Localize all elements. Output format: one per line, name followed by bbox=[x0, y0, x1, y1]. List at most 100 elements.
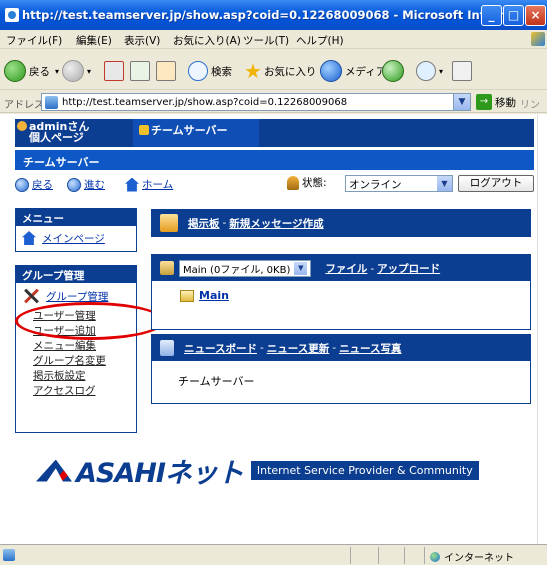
board-link[interactable]: 掲示板 bbox=[188, 216, 220, 231]
main-page-link[interactable]: メインページ bbox=[16, 226, 136, 250]
folder-select[interactable]: Main (0ファイル, 0KB) ▼ bbox=[179, 259, 312, 277]
folder-icon bbox=[160, 261, 174, 275]
logout-button[interactable]: ログアウト bbox=[458, 175, 534, 192]
new-message-link[interactable]: 新規メッセージ作成 bbox=[229, 216, 323, 231]
user-home-link[interactable]: adminさん 個人ページ bbox=[17, 121, 127, 145]
toolbar: 戻る ▾ ▾ 検索 ★ お気に入り メディア ▾ bbox=[0, 50, 547, 90]
page-content: adminさん 個人ページ チームサーバー チームサーバー 戻る 進む ホーム … bbox=[0, 114, 537, 544]
main-page-label: メインページ bbox=[42, 232, 105, 245]
security-zone: インターネット bbox=[430, 549, 514, 564]
menu-tools[interactable]: ツール(T) bbox=[243, 33, 289, 48]
page-nav: 戻る 進む ホーム 状態: オンライン ▼ ログアウト bbox=[15, 174, 534, 196]
mail-button[interactable]: ▾ bbox=[416, 59, 443, 83]
team-icon bbox=[139, 125, 149, 135]
sub-header: チームサーバー bbox=[15, 150, 534, 170]
menu-view[interactable]: 表示(V) bbox=[124, 33, 160, 48]
status-indicator: 状態: bbox=[287, 175, 327, 190]
globe-icon bbox=[430, 551, 440, 562]
home-icon bbox=[22, 231, 36, 245]
menu-box: メニュー メインページ bbox=[15, 208, 137, 252]
stop-button[interactable] bbox=[104, 59, 124, 83]
maximize-button[interactable]: □ bbox=[503, 5, 524, 26]
media-icon bbox=[320, 60, 342, 82]
upload-link[interactable]: アップロード bbox=[377, 263, 440, 275]
close-button[interactable]: × bbox=[525, 5, 546, 26]
address-input[interactable]: http://test.teamserver.jp/show.asp?coid=… bbox=[41, 93, 471, 111]
tools-icon bbox=[22, 287, 40, 305]
nav-forward-link[interactable]: 進む bbox=[67, 177, 105, 192]
forward-icon bbox=[62, 60, 84, 82]
tab-team-server[interactable]: チームサーバー bbox=[133, 119, 259, 147]
status-select[interactable]: オンライン ▼ bbox=[345, 175, 453, 192]
home-button[interactable] bbox=[156, 59, 176, 83]
folder-row[interactable]: Main bbox=[152, 281, 530, 302]
nav-back-link[interactable]: 戻る bbox=[15, 177, 53, 192]
group-box: グループ管理 グループ管理 ユーザー管理 ユーザー追加 メニュー編集 グループ名… bbox=[15, 265, 137, 433]
search-icon bbox=[188, 61, 208, 81]
board-panel-header: 掲示板 - 新規メッセージ作成 bbox=[152, 210, 530, 236]
ie-icon bbox=[5, 8, 19, 22]
asahi-mark-icon bbox=[36, 459, 72, 482]
forward-button[interactable]: ▾ bbox=[62, 59, 91, 83]
files-link[interactable]: ファイル bbox=[325, 263, 367, 275]
chevron-down-icon: ▾ bbox=[55, 66, 60, 76]
news-icon bbox=[160, 340, 174, 356]
personal-page-label: 個人ページ bbox=[29, 131, 84, 144]
sidebar-link-board-settings[interactable]: 掲示板設定 bbox=[16, 369, 136, 384]
news-photo-link[interactable]: ニュース写真 bbox=[339, 341, 401, 356]
windows-logo-icon bbox=[531, 32, 545, 46]
chevron-down-icon: ▼ bbox=[294, 261, 308, 275]
menu-favorites[interactable]: お気に入り(A) bbox=[173, 33, 241, 48]
forward-icon bbox=[67, 177, 81, 192]
minimize-button[interactable]: _ bbox=[481, 5, 502, 26]
refresh-button[interactable] bbox=[130, 59, 150, 83]
sidebar-link-edit-menu[interactable]: メニュー編集 bbox=[16, 339, 136, 354]
search-button[interactable]: 検索 bbox=[188, 59, 232, 83]
mail-icon bbox=[416, 61, 436, 81]
newsboard-link[interactable]: ニュースボード bbox=[184, 341, 257, 356]
tab-team-server-label: チームサーバー bbox=[151, 124, 228, 137]
favorites-button[interactable]: ★ お気に入り bbox=[244, 59, 316, 83]
chevron-down-icon: ▾ bbox=[87, 66, 92, 76]
zone-label: インターネット bbox=[444, 553, 514, 564]
media-label: メディア bbox=[345, 65, 387, 78]
board-panel: 掲示板 - 新規メッセージ作成 bbox=[151, 209, 531, 237]
menu-file[interactable]: ファイル(F) bbox=[6, 33, 62, 48]
history-icon bbox=[382, 60, 404, 82]
back-icon bbox=[4, 60, 26, 82]
print-button[interactable] bbox=[452, 59, 472, 83]
asahi-tagline: Internet Service Provider & Community bbox=[250, 461, 479, 480]
menu-help[interactable]: ヘルプ(H) bbox=[296, 33, 344, 48]
media-button[interactable]: メディア bbox=[320, 59, 386, 83]
user-icon bbox=[17, 121, 27, 131]
status-divider bbox=[350, 547, 351, 564]
star-icon: ★ bbox=[244, 59, 262, 83]
history-button[interactable] bbox=[382, 59, 404, 83]
chevron-down-icon[interactable]: ▼ bbox=[453, 94, 470, 110]
title-bar: http://test.teamserver.jp/show.asp?coid=… bbox=[0, 0, 547, 30]
group-box-title: グループ管理 bbox=[16, 266, 136, 283]
nav-home-link[interactable]: ホーム bbox=[125, 177, 173, 192]
chevron-down-icon: ▼ bbox=[437, 176, 452, 191]
stop-icon bbox=[104, 61, 124, 81]
status-value: オンライン bbox=[349, 179, 402, 191]
go-button[interactable]: → 移動 bbox=[476, 93, 520, 111]
menu-edit[interactable]: 編集(E) bbox=[76, 33, 112, 48]
sidebar-link-rename-group[interactable]: グループ名変更 bbox=[16, 354, 136, 369]
address-bar: アドレス(D) http://test.teamserver.jp/show.a… bbox=[0, 91, 547, 126]
news-update-link[interactable]: ニュース更新 bbox=[267, 341, 329, 356]
asahi-logo[interactable]: ASAHIネット Internet Service Provider & Com… bbox=[36, 451, 479, 490]
files-panel-header: Main (0ファイル, 0KB) ▼ ファイル - アップロード bbox=[152, 255, 530, 281]
ie-window: http://test.teamserver.jp/show.asp?coid=… bbox=[0, 0, 547, 565]
news-panel-header: ニュースボード - ニュース更新 - ニュース写真 bbox=[152, 335, 530, 361]
go-label: 移動 bbox=[495, 96, 516, 109]
address-url: http://test.teamserver.jp/show.asp?coid=… bbox=[62, 97, 348, 108]
refresh-icon bbox=[130, 61, 150, 81]
sidebar-link-access-log[interactable]: アクセスログ bbox=[16, 384, 136, 399]
status-bar: インターネット bbox=[0, 544, 547, 565]
vertical-scrollbar[interactable] bbox=[537, 114, 547, 544]
bulletin-icon bbox=[160, 214, 178, 232]
news-panel: ニュースボード - ニュース更新 - ニュース写真 チームサーバー bbox=[151, 334, 531, 404]
back-button[interactable]: 戻る ▾ bbox=[4, 59, 59, 83]
files-panel: Main (0ファイル, 0KB) ▼ ファイル - アップロード Main bbox=[151, 254, 531, 330]
